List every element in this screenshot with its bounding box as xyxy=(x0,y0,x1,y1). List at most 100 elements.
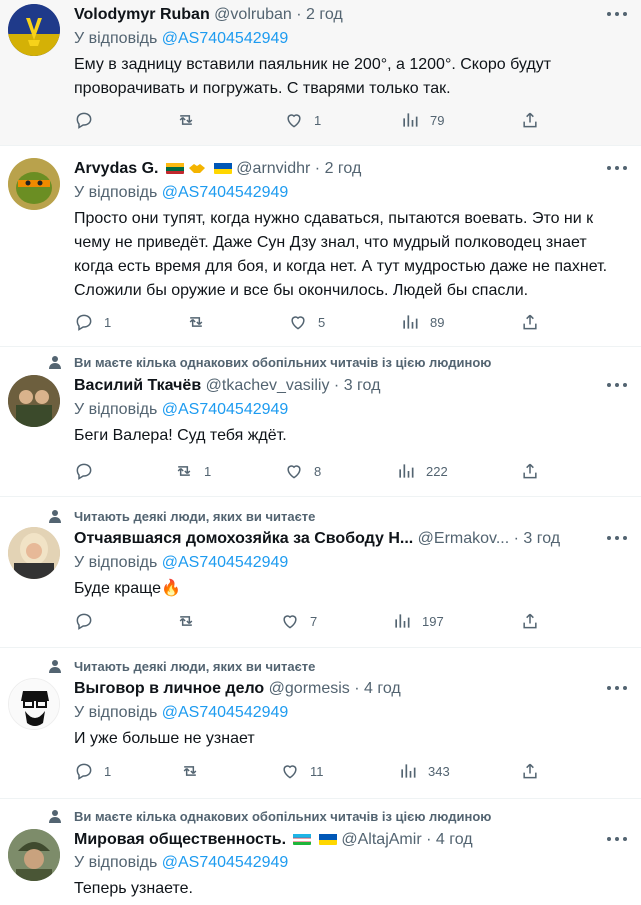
more-icon[interactable] xyxy=(607,383,627,389)
display-name[interactable]: Отчаявшаяся домохозяйка за Свободу Н... xyxy=(74,530,413,547)
reply-button[interactable] xyxy=(74,610,104,632)
views-button[interactable]: 197 xyxy=(392,610,444,632)
more-icon[interactable] xyxy=(607,536,627,542)
tweet[interactable]: Ви маєте кілька однакових обопільних чит… xyxy=(0,799,641,905)
like-count: 8 xyxy=(314,463,322,479)
tweet[interactable]: Читають деякі люди, яких ви читаєте Выго… xyxy=(0,648,641,799)
views-button[interactable]: 89 xyxy=(400,311,444,333)
like-count: 1 xyxy=(314,112,322,128)
display-name[interactable]: Выговор в личное дело xyxy=(74,680,264,697)
separator-dot: · xyxy=(296,6,302,23)
display-name[interactable]: Volodymyr Ruban xyxy=(74,6,210,23)
like-count: 7 xyxy=(310,613,318,629)
user-handle[interactable]: @Ermakov... xyxy=(418,530,510,547)
tweet-header: Выговор в личное дело @gormesis · 4 год xyxy=(74,680,601,698)
retweet-button[interactable] xyxy=(176,610,206,632)
views-icon xyxy=(399,464,414,478)
views-button[interactable]: 343 xyxy=(398,760,450,782)
like-icon xyxy=(287,114,301,128)
avatar[interactable] xyxy=(8,678,60,730)
views-count: 222 xyxy=(426,463,448,479)
retweet-count: 1 xyxy=(204,463,212,479)
share-button[interactable] xyxy=(520,760,540,782)
reply-button[interactable] xyxy=(74,460,104,482)
more-icon[interactable] xyxy=(607,166,627,172)
reply-prefix: У відповідь xyxy=(74,184,158,201)
retweet-button[interactable] xyxy=(176,109,206,131)
reply-button[interactable]: 1 xyxy=(74,760,111,782)
timestamp[interactable]: 3 год xyxy=(523,530,560,547)
tweet[interactable]: Ви маєте кілька однакових обопільних чит… xyxy=(0,347,641,497)
views-icon xyxy=(403,315,418,329)
mention-link[interactable]: @AS7404542949 xyxy=(162,554,289,571)
views-count: 197 xyxy=(422,613,444,629)
tweet[interactable]: Volodymyr Ruban @volruban · 2 год У відп… xyxy=(0,0,641,146)
separator-dot: · xyxy=(354,680,360,697)
avatar[interactable] xyxy=(8,527,60,579)
views-button[interactable]: 79 xyxy=(400,109,444,131)
tweet[interactable]: Читають деякі люди, яких ви читаєте Отча… xyxy=(0,497,641,648)
timestamp[interactable]: 4 год xyxy=(436,831,473,848)
user-handle[interactable]: @arnvidhr xyxy=(236,160,310,177)
user-handle[interactable]: @volruban xyxy=(214,6,292,23)
retweet-button[interactable] xyxy=(180,760,210,782)
avatar[interactable] xyxy=(8,375,60,427)
timestamp[interactable]: 4 год xyxy=(364,680,401,697)
action-bar: 1 11 343 xyxy=(74,760,554,782)
more-icon[interactable] xyxy=(607,12,627,18)
like-button[interactable]: 8 xyxy=(284,460,321,482)
share-button[interactable] xyxy=(520,311,540,333)
separator-dot: · xyxy=(314,160,321,177)
mention-link[interactable]: @AS7404542949 xyxy=(162,401,289,418)
tweet[interactable]: Arvydas G. @arnvidhr · 2 год У відповідь… xyxy=(0,146,641,347)
mention-link[interactable]: @AS7404542949 xyxy=(162,30,289,47)
tweet-text: Ему в задницу вставили паяльник не 200°,… xyxy=(74,56,552,97)
tweet-header: Мировая общественность. @AltajAmir · 4 г… xyxy=(74,831,601,849)
avatar[interactable] xyxy=(8,829,60,881)
share-icon xyxy=(523,613,537,629)
uzbekistan-flag xyxy=(293,833,312,845)
person-icon xyxy=(49,810,61,823)
more-icon[interactable] xyxy=(607,686,627,692)
social-context[interactable]: Ви маєте кілька однакових обопільних чит… xyxy=(74,355,491,370)
social-context[interactable]: Читають деякі люди, яких ви читаєте xyxy=(74,509,315,524)
retweet-button[interactable]: 1 xyxy=(174,460,211,482)
timestamp[interactable]: 2 год xyxy=(306,6,343,23)
action-bar: 1 79 xyxy=(74,109,554,131)
like-button[interactable]: 11 xyxy=(280,760,324,782)
mention-link[interactable]: @AS7404542949 xyxy=(162,854,289,871)
like-button[interactable]: 1 xyxy=(284,109,321,131)
reply-icon xyxy=(76,463,92,480)
share-icon xyxy=(523,314,537,330)
person-icon xyxy=(49,660,61,673)
like-button[interactable]: 7 xyxy=(280,610,317,632)
views-icon xyxy=(395,614,410,628)
social-context[interactable]: Читають деякі люди, яких ви читаєте xyxy=(74,659,315,674)
reply-icon xyxy=(76,112,92,129)
mention-link[interactable]: @AS7404542949 xyxy=(162,184,289,201)
share-button[interactable] xyxy=(520,109,540,131)
retweet-button[interactable] xyxy=(186,311,216,333)
reply-button[interactable]: 1 xyxy=(74,311,111,333)
action-bar: 1 8 222 xyxy=(74,460,554,482)
user-handle[interactable]: @gormesis xyxy=(269,680,350,697)
user-handle[interactable]: @AltajAmir xyxy=(341,831,421,848)
more-icon[interactable] xyxy=(607,837,627,843)
separator-dot: · xyxy=(333,377,340,394)
timestamp[interactable]: 3 год xyxy=(344,377,381,394)
share-button[interactable] xyxy=(520,610,540,632)
avatar[interactable] xyxy=(8,158,60,210)
mention-link[interactable]: @AS7404542949 xyxy=(162,704,289,721)
reply-button[interactable] xyxy=(74,109,104,131)
display-name[interactable]: Arvydas G. xyxy=(74,160,158,177)
display-name[interactable]: Василий Ткачёв xyxy=(74,377,201,394)
share-button[interactable] xyxy=(520,460,540,482)
like-button[interactable]: 5 xyxy=(288,311,325,333)
retweet-icon xyxy=(179,616,193,626)
timestamp[interactable]: 2 год xyxy=(325,160,362,177)
social-context[interactable]: Ви маєте кілька однакових обопільних чит… xyxy=(74,809,491,824)
display-name[interactable]: Мировая общественность. xyxy=(74,831,286,848)
user-handle[interactable]: @tkachev_vasiliy xyxy=(206,377,330,394)
views-button[interactable]: 222 xyxy=(396,460,448,482)
avatar[interactable] xyxy=(8,4,60,56)
